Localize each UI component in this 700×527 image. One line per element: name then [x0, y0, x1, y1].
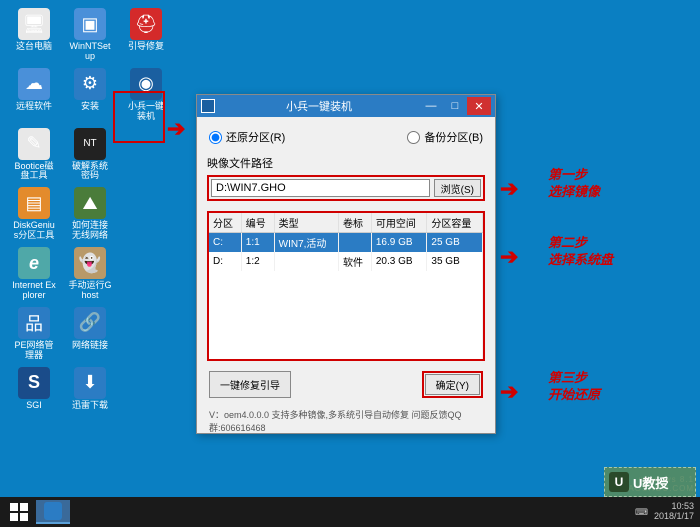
partition-icon: ▤ [18, 187, 50, 219]
window-title: 小兵一键装机 [219, 98, 419, 114]
radio-restore-input[interactable] [209, 131, 222, 144]
repair-boot-button[interactable]: 一键修复引导 [209, 371, 291, 398]
table-empty-space [209, 271, 483, 359]
th-free: 可用空间 [371, 213, 427, 233]
image-path-label: 映像文件路径 [207, 155, 485, 171]
gear-icon: ⚙ [74, 68, 106, 100]
cloud-icon: ☁ [18, 68, 50, 100]
icon-ghost[interactable]: 👻手动运行Ghost [68, 247, 112, 301]
window-icon [201, 99, 215, 113]
selection-highlight [113, 91, 165, 143]
arrow-icon: ➔ [500, 378, 518, 407]
arrow-icon: ➔ [500, 175, 518, 204]
app-window: 小兵一键装机 — □ ✕ 还原分区(R) 备份分区(B) 映像文件路径 浏览(S… [196, 94, 496, 434]
th-size: 分区容量 [427, 213, 483, 233]
network-icon: 品 [18, 307, 50, 339]
icon-diskgenius[interactable]: ▤DiskGenius分区工具 [12, 187, 56, 241]
partition-table[interactable]: 分区 编号 类型 卷标 可用空间 分区容量 C: 1:1 WIN7,活动 16.… [209, 213, 483, 359]
disk-icon: ✎ [18, 128, 50, 160]
monitor-icon: 🖥 [18, 8, 50, 40]
desktop-icons: 🖥这台电脑 ▣WinNTSetup ⛑引导修复 ☁远程软件 ⚙安装 ◉小兵一键装… [12, 8, 168, 411]
icon-winntsetup[interactable]: ▣WinNTSetup [68, 8, 112, 62]
status-bar: V：oem4.0.0.0 支持多种镜像,多系统引导自动修复 问题反馈QQ群:60… [207, 406, 485, 436]
brand-u-icon: U [609, 472, 629, 492]
clock[interactable]: 10:53 2018/1/17 [654, 502, 694, 522]
table-row[interactable]: D: 1:2 软件 20.3 GB 35 GB [209, 252, 483, 271]
arrow-icon: ➔ [167, 116, 185, 142]
path-input[interactable] [211, 179, 430, 197]
icon-install[interactable]: ⚙安装 [68, 68, 112, 122]
setup-icon: ▣ [74, 8, 106, 40]
radio-restore[interactable]: 还原分区(R) [209, 129, 285, 145]
ok-button[interactable]: 确定(Y) [425, 374, 480, 395]
system-tray[interactable]: ⌨ 10:53 2018/1/17 [635, 502, 694, 522]
landscape-icon: ⛰ [74, 187, 106, 219]
annotation-step1: ➔ 第一步 选择镜像 [548, 167, 600, 201]
icon-boot-repair[interactable]: ⛑引导修复 [124, 8, 168, 62]
browse-button[interactable]: 浏览(S) [434, 179, 481, 197]
path-row: 浏览(S) [207, 175, 485, 201]
taskbar-app[interactable] [36, 500, 70, 524]
radio-backup[interactable]: 备份分区(B) [407, 129, 483, 145]
icon-ie[interactable]: eInternet Explorer [12, 247, 56, 301]
start-button[interactable] [6, 500, 32, 524]
icon-pe-network[interactable]: 品PE网络管理器 [12, 307, 56, 361]
brand-logo: U U教授 [604, 467, 696, 497]
close-button[interactable]: ✕ [467, 97, 491, 115]
nt-icon: NT [74, 128, 106, 160]
annotation-step3: ➔ 第三步 开始还原 [548, 370, 600, 404]
th-index: 编号 [241, 213, 274, 233]
taskbar: ⌨ 10:53 2018/1/17 [0, 497, 700, 527]
sgi-icon: S [18, 367, 50, 399]
icon-wifi[interactable]: ⛰如何连接无线网络 [68, 187, 112, 241]
toolbox-icon: ⛑ [130, 8, 162, 40]
titlebar[interactable]: 小兵一键装机 — □ ✕ [197, 95, 495, 117]
icon-sgi[interactable]: SSGI [12, 367, 56, 411]
ie-icon: e [18, 247, 50, 279]
radio-backup-input[interactable] [407, 131, 420, 144]
ghost-icon: 👻 [74, 247, 106, 279]
th-volume: 卷标 [339, 213, 372, 233]
table-row[interactable]: C: 1:1 WIN7,活动 16.9 GB 25 GB [209, 233, 483, 253]
keyboard-icon: ⌨ [635, 507, 648, 518]
link-icon: 🔗 [74, 307, 106, 339]
minimize-button[interactable]: — [419, 97, 443, 115]
th-partition: 分区 [209, 213, 241, 233]
icon-thunder[interactable]: ⬇迅雷下载 [68, 367, 112, 411]
icon-netlink[interactable]: 🔗网络链接 [68, 307, 112, 361]
icon-bootice[interactable]: ✎Bootice磁盘工具 [12, 128, 56, 182]
partition-table-box: 分区 编号 类型 卷标 可用空间 分区容量 C: 1:1 WIN7,活动 16.… [207, 211, 485, 361]
icon-crack-pw[interactable]: NT破解系统密码 [68, 128, 112, 182]
th-type: 类型 [274, 213, 338, 233]
ok-highlight: 确定(Y) [422, 371, 483, 398]
windows-icon [10, 503, 28, 521]
maximize-button[interactable]: □ [443, 97, 467, 115]
arrow-icon: ➔ [500, 243, 518, 272]
icon-remote[interactable]: ☁远程软件 [12, 68, 56, 122]
table-header-row: 分区 编号 类型 卷标 可用空间 分区容量 [209, 213, 483, 233]
annotation-step2: ➔ 第二步 选择系统盘 [548, 235, 613, 269]
app-icon [44, 502, 62, 520]
icon-this-pc[interactable]: 🖥这台电脑 [12, 8, 56, 62]
download-icon: ⬇ [74, 367, 106, 399]
